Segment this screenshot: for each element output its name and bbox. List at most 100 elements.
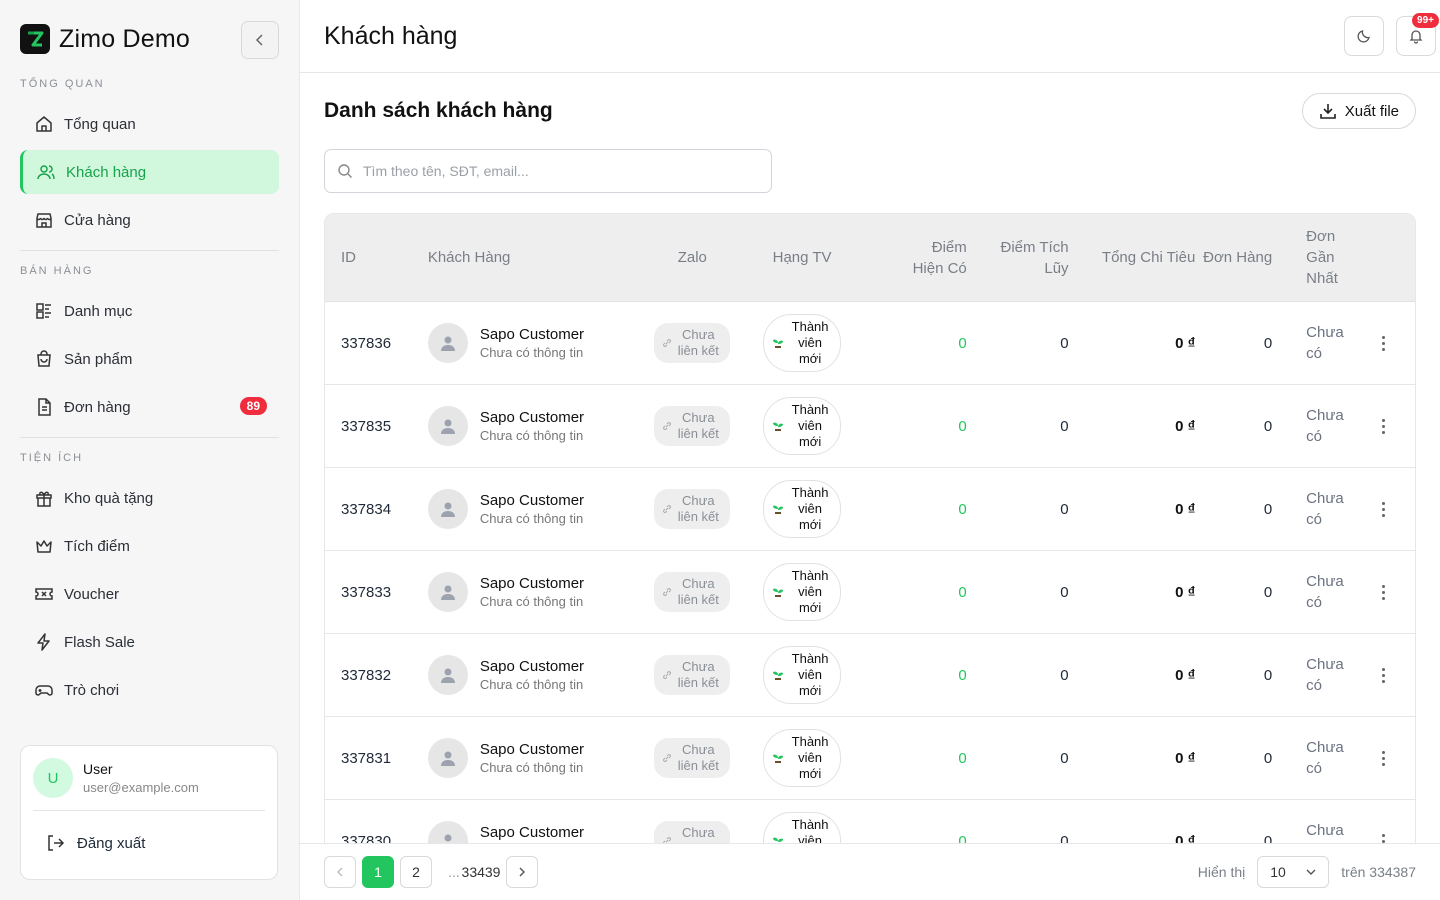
table-row[interactable]: 337830 Sapo Customer Chưa có thông tin C… [325,800,1415,843]
customer-id: 337835 [341,417,392,435]
column-header-points[interactable]: Điểm Hiện Có [857,237,967,279]
current-points: 0 [958,334,967,352]
section-label: TIỆN ÍCH [20,452,84,464]
page-button-last[interactable]: 33439 [462,856,500,888]
link-icon [663,754,672,762]
link-icon [663,588,672,596]
customer-name[interactable]: Sapo Customer [480,492,584,509]
customer-subtitle: Chưa có thông tin [479,511,584,526]
customer-name[interactable]: Sapo Customer [480,658,584,675]
page-button-1[interactable]: 1 [362,856,394,888]
sidebar-item-cửa-hàng[interactable]: Cửa hàng [20,198,279,242]
next-page-button[interactable] [506,856,538,888]
row-actions-button[interactable] [1352,501,1415,517]
column-header-rank[interactable]: Hạng TV [747,249,857,266]
export-file-label: Xuất file [1344,102,1399,120]
current-points: 0 [958,583,967,601]
page-size-select[interactable]: 10 [1257,856,1330,888]
customer-cell: Sapo Customer Chưa có thông tin [427,406,638,446]
accumulated-points: 0 [1060,583,1069,601]
customer-name[interactable]: Sapo Customer [480,824,584,841]
sidebar-item-tổng-quan[interactable]: Tổng quan [20,102,279,146]
search-field[interactable] [324,149,772,193]
column-header-zalo[interactable]: Zalo [637,249,747,266]
order-count: 0 [1263,417,1273,435]
row-actions-button[interactable] [1352,750,1415,766]
accumulated-points: 0 [1060,749,1069,767]
bell-icon [1409,30,1423,44]
total-spend: 0 ₫ [1175,749,1196,767]
column-header-id[interactable]: ID [325,249,428,266]
row-actions-button[interactable] [1352,335,1415,351]
customer-cell: Sapo Customer Chưa có thông tin [427,655,638,695]
rank-badge: Thành viên mới [763,397,842,455]
sidebar-item-flash-sale[interactable]: Flash Sale [20,620,279,664]
sidebar-item-trò-chơi[interactable]: Trò chơi [20,668,279,712]
gamepad-icon [34,680,54,700]
zalo-status-badge: Chưa liên kết [654,655,731,695]
rank-badge: Thành viên mới [763,563,842,621]
search-input[interactable] [363,163,743,179]
gift-icon [34,488,54,508]
zalo-status-badge: Chưa liên kết [654,323,731,363]
customer-id: 337831 [341,749,392,767]
sidebar-item-voucher[interactable]: Voucher [20,572,279,616]
customer-id: 337832 [341,666,392,684]
sidebar-item-khách-hàng[interactable]: Khách hàng [20,150,279,194]
export-file-button[interactable]: Xuất file [1301,93,1416,129]
divider [33,810,265,811]
table-row[interactable]: 337836 Sapo Customer Chưa có thông tin C… [325,302,1415,385]
table-row[interactable]: 337834 Sapo Customer Chưa có thông tin C… [325,468,1415,551]
user-avatar-icon [427,489,468,529]
table-row[interactable]: 337835 Sapo Customer Chưa có thông tin C… [325,385,1415,468]
customer-name[interactable]: Sapo Customer [480,575,584,592]
zalo-status-badge: Chưa liên kết [654,738,731,778]
page-title: Khách hàng [324,21,458,50]
customer-subtitle: Chưa có thông tin [479,760,584,775]
user-avatar-icon [427,655,468,695]
main-area: Khách hàng 99+ Danh sách khách hàng Xuất… [300,0,1440,900]
page-button-2[interactable]: 2 [400,856,432,888]
row-actions-button[interactable] [1352,584,1415,600]
sidebar-nav: TỔNG QUAN Tổng quan Khách hàng Cửa hàng BÁN … [20,78,279,712]
sidebar-item-kho-quà-tặng[interactable]: Kho quà tặng [20,476,279,520]
column-header-total-spend[interactable]: Tổng Chi Tiêu [1069,249,1195,266]
total-spend: 0 ₫ [1175,500,1196,518]
zalo-status-label: Chưa liên kết [677,576,719,607]
link-icon [663,339,672,347]
more-vertical-icon [1382,501,1386,517]
prev-page-button[interactable] [324,856,356,888]
column-header-last-order[interactable]: Đơn Gần Nhất [1272,226,1352,289]
column-header-customer[interactable]: Khách Hàng [428,249,638,266]
theme-toggle-button[interactable] [1344,16,1384,56]
sidebar-item-tích-điểm[interactable]: Tích điểm [20,524,279,568]
order-count: 0 [1263,334,1273,352]
section-label: TỔNG QUAN [20,78,105,90]
sidebar-item-đơn-hàng[interactable]: Đơn hàng 89 [20,385,279,429]
column-header-orders[interactable]: Đơn Hàng [1195,249,1272,266]
column-header-accumulated[interactable]: Điểm Tích Lũy [967,237,1068,279]
current-points: 0 [958,417,967,435]
table-row[interactable]: 337832 Sapo Customer Chưa có thông tin C… [325,634,1415,717]
row-actions-button[interactable] [1352,418,1415,434]
customer-name[interactable]: Sapo Customer [480,741,584,758]
customer-name[interactable]: Sapo Customer [480,409,584,426]
list-title: Danh sách khách hàng [324,99,553,122]
customer-name[interactable]: Sapo Customer [480,326,584,343]
sidebar-item-danh-mục[interactable]: Danh mục [20,289,279,333]
bag-icon [34,349,54,369]
link-icon [663,422,672,430]
table-row[interactable]: 337833 Sapo Customer Chưa có thông tin C… [325,551,1415,634]
sidebar-item-sản-phẩm[interactable]: Sản phẩm [20,337,279,381]
table-row[interactable]: 337831 Sapo Customer Chưa có thông tin C… [325,717,1415,800]
notification-button[interactable]: 99+ [1396,13,1439,56]
rank-label: Thành viên mới [791,734,829,781]
rank-label: Thành viên mới [791,485,829,532]
zalo-status-label: Chưa liên kết [678,825,719,843]
logout-button[interactable]: Đăng xuất [33,823,265,863]
customer-subtitle: Chưa có thông tin [479,428,584,443]
collapse-sidebar-button[interactable] [241,21,279,59]
avatar: U [33,758,73,798]
row-actions-button[interactable] [1352,667,1415,683]
chevron-right-icon [519,867,525,877]
